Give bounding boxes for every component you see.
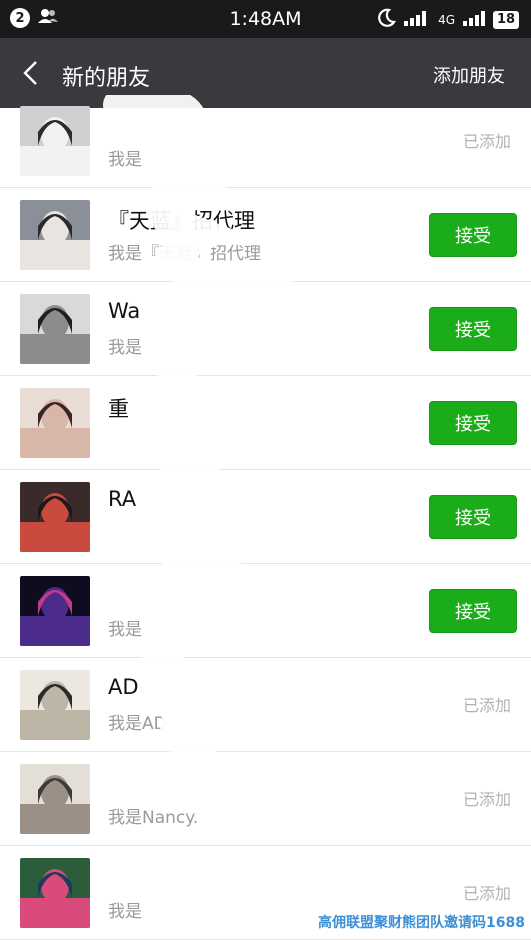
added-status-label: 已添加 <box>462 696 511 715</box>
watermark-text: 高佣联盟聚财熊团队邀请码1688 <box>318 915 525 931</box>
page-title: 新的朋友 <box>62 66 151 91</box>
avatar[interactable] <box>20 294 90 364</box>
friend-request-row[interactable]: Wa 我是 接受 <box>0 282 531 376</box>
friend-name: 重 <box>108 397 129 421</box>
signal-4g-icon <box>463 10 485 29</box>
avatar[interactable] <box>20 858 90 928</box>
add-friend-button[interactable]: 添加朋友 <box>433 62 505 88</box>
friend-request-row[interactable]: AD 我是AD 已添加 <box>0 658 531 752</box>
accept-button[interactable]: 接受 <box>429 495 517 539</box>
friend-request-row[interactable]: 我是Nancy. 已添加 <box>0 752 531 846</box>
added-status-label: 已添加 <box>462 884 511 903</box>
verification-message: 我是AD <box>108 714 167 734</box>
battery-icon: 18 <box>493 10 519 29</box>
accept-button[interactable]: 接受 <box>429 589 517 633</box>
verification-message: 我是 <box>108 150 142 170</box>
status-right: 4G 18 <box>376 8 519 31</box>
chevron-left-icon <box>14 61 48 94</box>
avatar[interactable] <box>20 200 90 270</box>
verification-message: 我是 <box>108 902 142 922</box>
friend-request-row[interactable]: 我是 接受 <box>0 564 531 658</box>
added-status-label: 已添加 <box>462 790 511 809</box>
friend-name: AD <box>108 675 139 699</box>
verification-message: 我是 <box>108 338 142 358</box>
back-button[interactable] <box>14 56 48 90</box>
friend-request-row[interactable]: 重 接受 <box>0 376 531 470</box>
added-status-label: 已添加 <box>462 132 511 151</box>
accept-button[interactable]: 接受 <box>429 307 517 351</box>
friend-name: RA <box>108 487 137 511</box>
accept-button[interactable]: 接受 <box>429 213 517 257</box>
network-type-label: 4G <box>438 12 455 27</box>
verification-message: 我是 <box>108 620 142 640</box>
moon-icon <box>376 8 397 31</box>
avatar[interactable] <box>20 482 90 552</box>
avatar[interactable] <box>20 106 90 176</box>
friend-request-row[interactable]: 『天蓝』招代理我是『天蓝』招代理 接受 <box>0 188 531 282</box>
avatar[interactable] <box>20 670 90 740</box>
verification-message: 我是『天蓝』招代理 <box>108 244 261 264</box>
avatar[interactable] <box>20 388 90 458</box>
friend-request-row[interactable]: 我是 已添加 <box>0 94 531 188</box>
verification-message: 我是Nancy. <box>108 808 199 828</box>
accept-button[interactable]: 接受 <box>429 401 517 445</box>
friend-request-row[interactable]: RA 接受 <box>0 470 531 564</box>
avatar[interactable] <box>20 576 90 646</box>
status-bar: 2 1:48AM 4G 18 <box>0 0 531 38</box>
friend-name: 『天蓝』招代理 <box>108 209 255 233</box>
avatar[interactable] <box>20 764 90 834</box>
signal-icon <box>404 10 430 29</box>
friend-name: Wa <box>108 299 141 323</box>
